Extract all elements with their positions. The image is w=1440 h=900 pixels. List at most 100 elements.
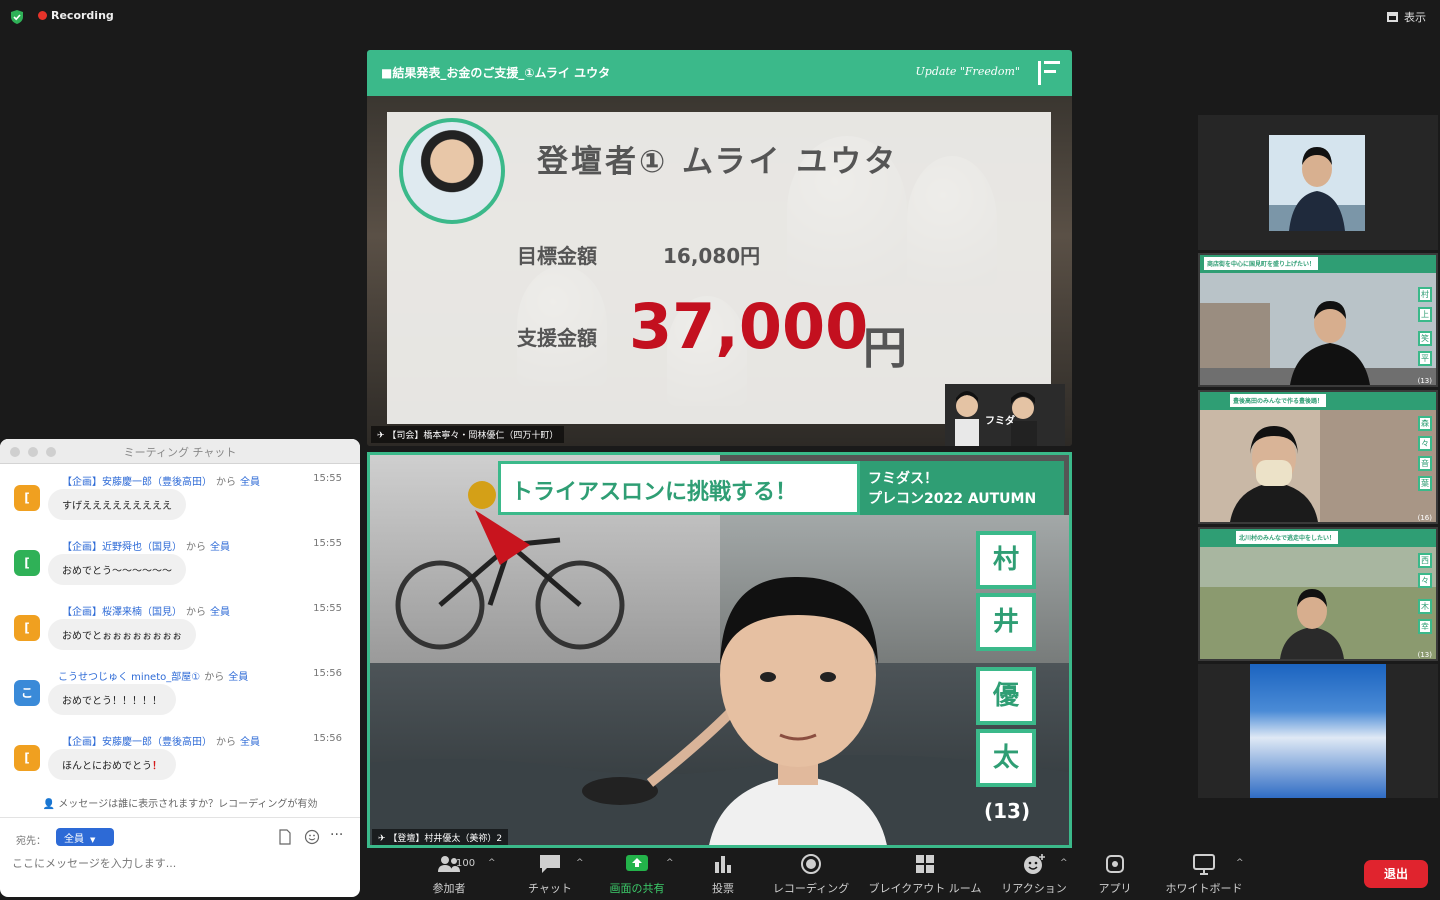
chat-time: 15:56 — [313, 733, 342, 744]
chat-bubble-text: ほんとにおめでとう — [62, 761, 152, 772]
whiteboard-button[interactable]: ホワイトボード — [1160, 852, 1248, 896]
host-video-overlay: フミダ — [945, 384, 1065, 446]
participant-video — [1269, 135, 1365, 231]
chat-sender[interactable]: 【企画】近野舜也（国見） — [62, 542, 182, 553]
meeting-chat-window[interactable]: ミーティング チャット [ 【企画】安藤慶一郎（豊後高田） から 全員 15:55 … — [0, 439, 360, 897]
chat-titlebar: ミーティング チャット — [0, 439, 360, 464]
chat-message-input[interactable] — [12, 853, 348, 873]
thumb-name-char: 木 — [1418, 599, 1432, 614]
share-screen-label: 画面の共有 — [609, 882, 665, 895]
participant-thumbnail[interactable] — [1198, 115, 1438, 250]
recording-indicator[interactable]: Recording — [38, 9, 114, 22]
participants-caret-icon[interactable]: ^ — [488, 858, 496, 868]
recording-label: Recording — [51, 9, 114, 22]
participant-thumbnail[interactable] — [1198, 664, 1438, 798]
thumb-name-char: 々 — [1418, 573, 1432, 588]
thumb-age: (13) — [1417, 651, 1432, 659]
chat-message: [ 【企画】安藤慶一郎（豊後高田） から 全員 15:55 すげえええええええええ — [14, 473, 350, 533]
breakout-rooms-icon — [916, 855, 934, 873]
active-speaker-tile[interactable]: トライアスロンに挑戦する！ フミダス！ プレコン2022 AUTUMN 村 井 … — [367, 452, 1072, 848]
thumb-name-char: 々 — [1418, 436, 1432, 451]
chat-notice-text: メッセージは誰に表示されますか？レコーディングが有効 — [58, 799, 318, 810]
chat-time: 15:55 — [313, 603, 342, 614]
chat-title: ミーティング チャット — [123, 446, 237, 459]
support-amount-label: 支援金額 — [517, 326, 597, 350]
participant-thumbnail[interactable]: 商店街を中心に国見町を盛り上げたい！ 村 上 笑 平 (13) — [1198, 253, 1438, 387]
apps-button[interactable]: アプリ — [1090, 852, 1140, 896]
chat-sender[interactable]: 【企画】安藤慶一郎（豊後高田） — [62, 737, 212, 748]
share-screen-button[interactable]: 画面の共有 — [602, 852, 672, 896]
reactions-caret-icon[interactable]: ^ — [1060, 858, 1068, 868]
meeting-toolbar: 100 参加者 ^ チャット ^ 画面の共有 ^ 投票 レコーディング ブレイク… — [360, 850, 1440, 900]
whiteboard-icon — [1193, 854, 1215, 875]
pin-icon: ✈ — [378, 834, 389, 844]
breakout-rooms-button[interactable]: ブレイクアウト ルーム — [866, 852, 984, 896]
chat-bubble: すげえええええええええ — [48, 489, 186, 520]
reaction-emoji-icon — [1024, 854, 1045, 874]
participant-sky-background — [1250, 664, 1386, 798]
thumb-age: (13) — [1417, 377, 1432, 385]
chat-label: チャット — [528, 882, 572, 895]
chat-from: から — [216, 477, 236, 488]
thumb-name-char: 上 — [1418, 307, 1432, 322]
chat-avatar: こ — [14, 680, 40, 706]
chat-recipient-select[interactable]: 全員 ▼ — [56, 828, 114, 846]
speaker-brand-box: フミダス！ プレコン2022 AUTUMN — [860, 461, 1064, 515]
share-caret-icon[interactable]: ^ — [666, 858, 674, 868]
shared-slide-tile[interactable]: ■結果発表_お金のご支援_①ムライ ユウタ Update "Freedom" 登… — [367, 50, 1072, 446]
chat-message: [ 【企画】安藤慶一郎（豊後高田） から 全員 15:56 ほんとにおめでとう！ — [14, 733, 350, 793]
chat-bubble: ほんとにおめでとう！ — [48, 749, 176, 780]
chat-caret-icon[interactable]: ^ — [576, 858, 584, 868]
participant-video — [1200, 547, 1436, 659]
chat-message-header: 【企画】安藤慶一郎（豊後高田） から 全員 — [62, 473, 260, 488]
whiteboard-caret-icon[interactable]: ^ — [1236, 858, 1244, 868]
chat-sender[interactable]: 【企画】桜澤来楠（国見） — [62, 607, 182, 618]
speaker-name-char: 井 — [976, 593, 1036, 651]
thumb-name-char: 幸 — [1418, 619, 1432, 634]
chat-recipient[interactable]: 全員 — [210, 542, 230, 553]
leave-meeting-button[interactable]: 退出 — [1364, 860, 1428, 888]
chat-recipient[interactable]: 全員 — [228, 672, 248, 683]
thumb-name-char: 葉 — [1418, 476, 1432, 491]
support-amount-value: 37,000 — [629, 290, 869, 363]
view-button[interactable]: 表示 — [1387, 9, 1426, 25]
chat-recipient-value: 全員 — [64, 834, 84, 845]
chat-button[interactable]: チャット — [520, 852, 580, 896]
chat-message-header: 【企画】安藤慶一郎（豊後高田） から 全員 — [62, 733, 260, 748]
chevron-down-icon: ▼ — [90, 836, 96, 844]
participant-thumbnail[interactable]: 北川村のみんなで逃走中をしたい！ 西 々 木 幸 (13) — [1198, 527, 1438, 661]
thumb-name-char: 村 — [1418, 287, 1432, 302]
chat-sender[interactable]: 【企画】安藤慶一郎（豊後高田） — [62, 477, 212, 488]
chat-visibility-notice[interactable]: 👤 メッセージは誰に表示されますか？レコーディングが有効 — [0, 795, 360, 810]
target-amount-label: 目標金額 — [517, 244, 597, 268]
chat-message-header: こうせつじゅく mineto_部屋① から 全員 — [58, 668, 248, 683]
participant-video — [1200, 273, 1436, 385]
chat-recipient[interactable]: 全員 — [210, 607, 230, 618]
speaker-name-char: 村 — [976, 531, 1036, 589]
chat-avatar: [ — [14, 550, 40, 576]
poll-button[interactable]: 投票 — [700, 852, 746, 896]
chat-recipient[interactable]: 全員 — [240, 737, 260, 748]
participants-button[interactable]: 100 参加者 — [418, 852, 480, 896]
emoji-icon[interactable] — [304, 829, 320, 845]
thumb-banner-text: 商店街を中心に国見町を盛り上げたい！ — [1204, 257, 1319, 270]
chat-recipient[interactable]: 全員 — [240, 477, 260, 488]
poll-label: 投票 — [712, 882, 734, 895]
slide-header-brand: Update "Freedom" — [915, 65, 1020, 78]
file-icon[interactable] — [278, 829, 292, 845]
thumb-name-char: 笑 — [1418, 331, 1432, 346]
presenter-photo — [399, 118, 505, 224]
slide-caption-text: 【司会】橋本寧々・岡林優仁（四万十町） — [387, 431, 559, 441]
chat-sender[interactable]: こうせつじゅく mineto_部屋① — [58, 672, 200, 683]
speaker-brand-line-2: プレコン2022 AUTUMN — [868, 491, 1037, 507]
shield-icon[interactable] — [9, 9, 25, 25]
record-button[interactable]: レコーディング — [770, 852, 852, 896]
participant-thumbnail[interactable]: 豊後高田のみんなで作る豊後踊！ 森 々 音 葉 (16) — [1198, 390, 1438, 524]
chat-message-header: 【企画】桜澤来楠（国見） から 全員 — [62, 603, 230, 618]
more-icon[interactable]: ··· — [330, 827, 343, 843]
thumb-banner-text: 北川村のみんなで逃走中をしたい！ — [1236, 531, 1339, 544]
support-amount-unit: 円 — [863, 323, 907, 374]
view-label: 表示 — [1404, 11, 1426, 24]
chat-time: 15:55 — [313, 473, 342, 484]
thumb-name-char: 森 — [1418, 416, 1432, 431]
